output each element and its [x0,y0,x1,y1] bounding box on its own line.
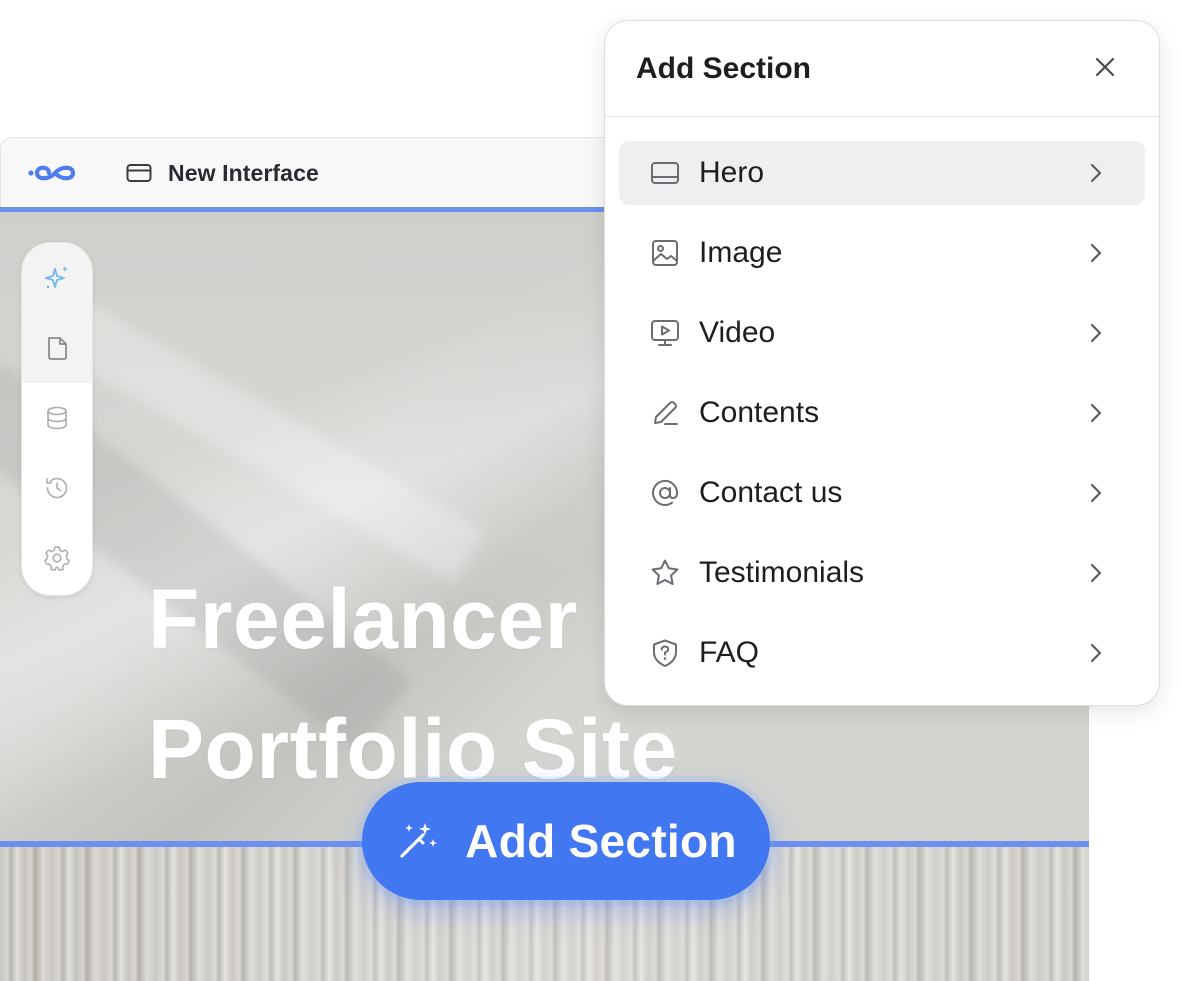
document-title-group[interactable]: New Interface [125,159,319,187]
menu-item-label: Video [699,316,776,349]
menu-item-video[interactable]: Video [619,301,1145,365]
sparkles-icon [45,266,68,289]
video-icon [651,320,679,346]
chevron-right-icon [1090,163,1102,183]
data-button[interactable] [22,383,92,453]
chevron-right-icon [1090,403,1102,423]
chevron-right-icon [1090,563,1102,583]
menu-item-label: Testimonials [699,556,865,589]
menu-item-faq[interactable]: FAQ [619,621,1145,685]
ai-sparkles-button[interactable] [22,243,92,313]
history-icon [46,477,68,499]
database-icon [47,406,67,430]
menu-item-contents[interactable]: Contents [619,381,1145,445]
chevron-right-icon [1090,643,1102,663]
menu-item-label: Contents [699,396,820,429]
hero-title-line-1[interactable]: Freelancer [148,571,578,668]
menu-item-label: Image [699,236,783,269]
chevron-right-icon [1090,483,1102,503]
page-icon [48,337,67,360]
app-stage: New Interface Freelancer Portfolio Site [0,0,1181,981]
at-sign-icon [652,479,679,506]
chevron-right-icon [1090,323,1102,343]
menu-item-testimonials[interactable]: Testimonials [619,541,1145,605]
infinity-logo-icon[interactable] [27,158,87,188]
menu-item-label: FAQ [699,636,760,669]
settings-gear-icon [44,546,70,571]
shield-question-icon [653,639,677,667]
menu-item-image[interactable]: Image [619,221,1145,285]
menu-item-label: Contact us [699,476,843,509]
menu-item-contact-us[interactable]: Contact us [619,461,1145,525]
chevron-right-icon [1090,243,1102,263]
add-section-label: Add Section [465,815,737,867]
browser-window-icon [126,164,152,182]
panel-title: Add Section [636,52,812,85]
close-icon [1095,57,1115,77]
panel-header: Add Section [605,21,1159,117]
hero-layout-icon [651,162,679,184]
add-section-button[interactable]: Add Section [362,782,770,900]
pencil-icon [654,401,678,425]
pages-button[interactable] [22,313,92,383]
settings-button[interactable] [22,523,92,593]
document-title: New Interface [168,159,319,186]
star-icon [651,559,679,585]
history-button[interactable] [22,453,92,523]
image-icon [652,240,678,266]
add-section-panel: Add Section Hero Image Video Contents Co… [604,20,1160,706]
magic-wand-icon [400,823,438,858]
menu-item-hero[interactable]: Hero [619,141,1145,205]
side-toolbar [21,242,93,596]
panel-close-button[interactable] [1089,51,1121,83]
menu-item-label: Hero [699,156,765,189]
